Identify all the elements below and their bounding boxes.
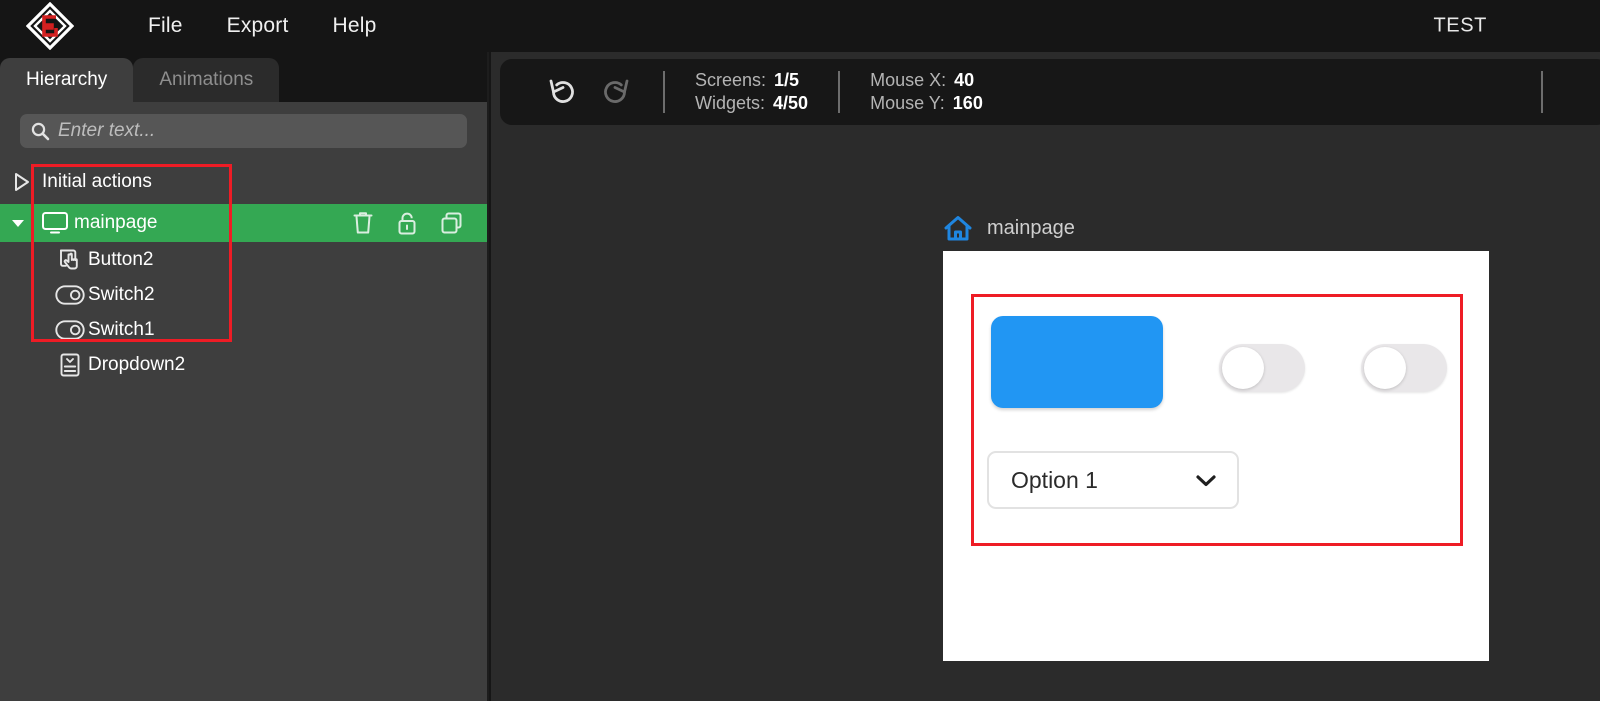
screens-stat: Screens: 1/5 <box>695 70 808 91</box>
menu-help[interactable]: Help <box>311 10 399 42</box>
mouse-y-value: 160 <box>952 93 983 113</box>
screens-widgets-group: Screens: 1/5 Widgets: 4/50 <box>695 70 808 114</box>
search-input[interactable] <box>58 114 467 148</box>
tab-hierarchy[interactable]: Hierarchy <box>0 58 134 102</box>
redo-icon[interactable] <box>597 74 633 110</box>
switch-knob <box>1364 347 1406 389</box>
menu-items: File Export Help <box>126 10 399 42</box>
screens-value: 1/5 <box>774 70 800 90</box>
trash-icon <box>353 212 373 234</box>
tab-animations[interactable]: Animations <box>133 58 280 102</box>
preview-switch2[interactable] <box>1219 344 1305 392</box>
switch-knob <box>1222 347 1264 389</box>
mouse-y-stat: Mouse Y: 160 <box>870 93 983 114</box>
tree-item-label: Switch2 <box>88 283 155 305</box>
mouse-y-label: Mouse Y: <box>870 93 945 113</box>
left-sidebar: Hierarchy Animations Initial acti <box>0 52 489 701</box>
tree-item-label: mainpage <box>74 212 158 233</box>
delete-button[interactable] <box>351 210 375 236</box>
mouse-x-stat: Mouse X: 40 <box>870 70 983 91</box>
menu-export[interactable]: Export <box>205 10 311 42</box>
sidebar-tabstrip: Hierarchy Animations <box>0 52 487 102</box>
toolbar-divider <box>838 71 841 113</box>
search-icon <box>31 122 50 141</box>
widgets-label: Widgets: <box>695 93 766 113</box>
tree-item-initial-actions[interactable]: Initial actions <box>0 164 487 200</box>
switch-icon <box>52 284 88 305</box>
page-title: mainpage <box>987 216 1075 239</box>
play-triangle-icon <box>0 171 42 193</box>
tree-item-switch2[interactable]: Switch2 <box>0 277 487 312</box>
app-root: File Export Help TEST Hierarchy Animatio… <box>0 0 1600 701</box>
tree-item-mainpage[interactable]: mainpage <box>0 204 487 242</box>
chevron-down-icon[interactable] <box>0 215 36 231</box>
undo-redo-group <box>545 74 633 110</box>
toolbar-divider-right <box>1541 71 1543 113</box>
dropdown-icon <box>52 352 88 378</box>
tree-item-actions <box>351 204 465 242</box>
dropdown-value: Option 1 <box>1011 466 1098 493</box>
hierarchy-tree: Initial actions mainpage Button2 Switch2… <box>0 164 487 382</box>
duplicate-button[interactable] <box>439 210 465 236</box>
undo-icon[interactable] <box>545 74 581 110</box>
search-box[interactable] <box>20 114 467 148</box>
tree-item-button2[interactable]: Button2 <box>0 242 487 277</box>
screen-icon <box>36 211 74 235</box>
screens-label: Screens: <box>695 70 767 90</box>
button-hand-icon <box>52 247 88 273</box>
widgets-value: 4/50 <box>773 93 809 113</box>
switch-icon <box>52 319 88 340</box>
tree-item-label: Initial actions <box>42 171 152 192</box>
page-header: mainpage <box>943 214 1075 242</box>
menu-bar: File Export Help TEST <box>0 0 1600 52</box>
preview-switch1[interactable] <box>1361 344 1447 392</box>
tree-item-label: Switch1 <box>88 318 155 340</box>
search-wrapper <box>0 102 487 148</box>
screen-preview-card[interactable]: Option 1 <box>943 251 1489 661</box>
tree-item-label: Button2 <box>88 248 154 270</box>
unlock-icon <box>398 212 416 235</box>
mouse-coords-group: Mouse X: 40 Mouse Y: 160 <box>870 70 983 114</box>
test-label: TEST <box>1433 14 1487 37</box>
tree-item-switch1[interactable]: Switch1 <box>0 312 487 347</box>
copy-icon <box>441 212 462 234</box>
toolbar-divider <box>663 71 665 113</box>
chevron-down-icon <box>1196 475 1216 487</box>
diamond-s-logo-icon[interactable] <box>26 2 74 50</box>
status-toolbar: Screens: 1/5 Widgets: 4/50 Mouse X: 40 M… <box>500 59 1600 125</box>
mouse-x-label: Mouse X: <box>870 70 947 90</box>
canvas-area: Screens: 1/5 Widgets: 4/50 Mouse X: 40 M… <box>491 52 1600 701</box>
mouse-x-value: 40 <box>954 70 975 90</box>
preview-dropdown2[interactable]: Option 1 <box>987 451 1239 509</box>
widgets-stat: Widgets: 4/50 <box>695 93 808 114</box>
menu-file[interactable]: File <box>126 10 205 42</box>
tree-item-label: Dropdown2 <box>88 353 186 375</box>
home-icon <box>944 216 972 241</box>
tree-item-dropdown2[interactable]: Dropdown2 <box>0 347 487 382</box>
lock-button[interactable] <box>395 210 419 236</box>
preview-button2[interactable] <box>991 316 1163 408</box>
